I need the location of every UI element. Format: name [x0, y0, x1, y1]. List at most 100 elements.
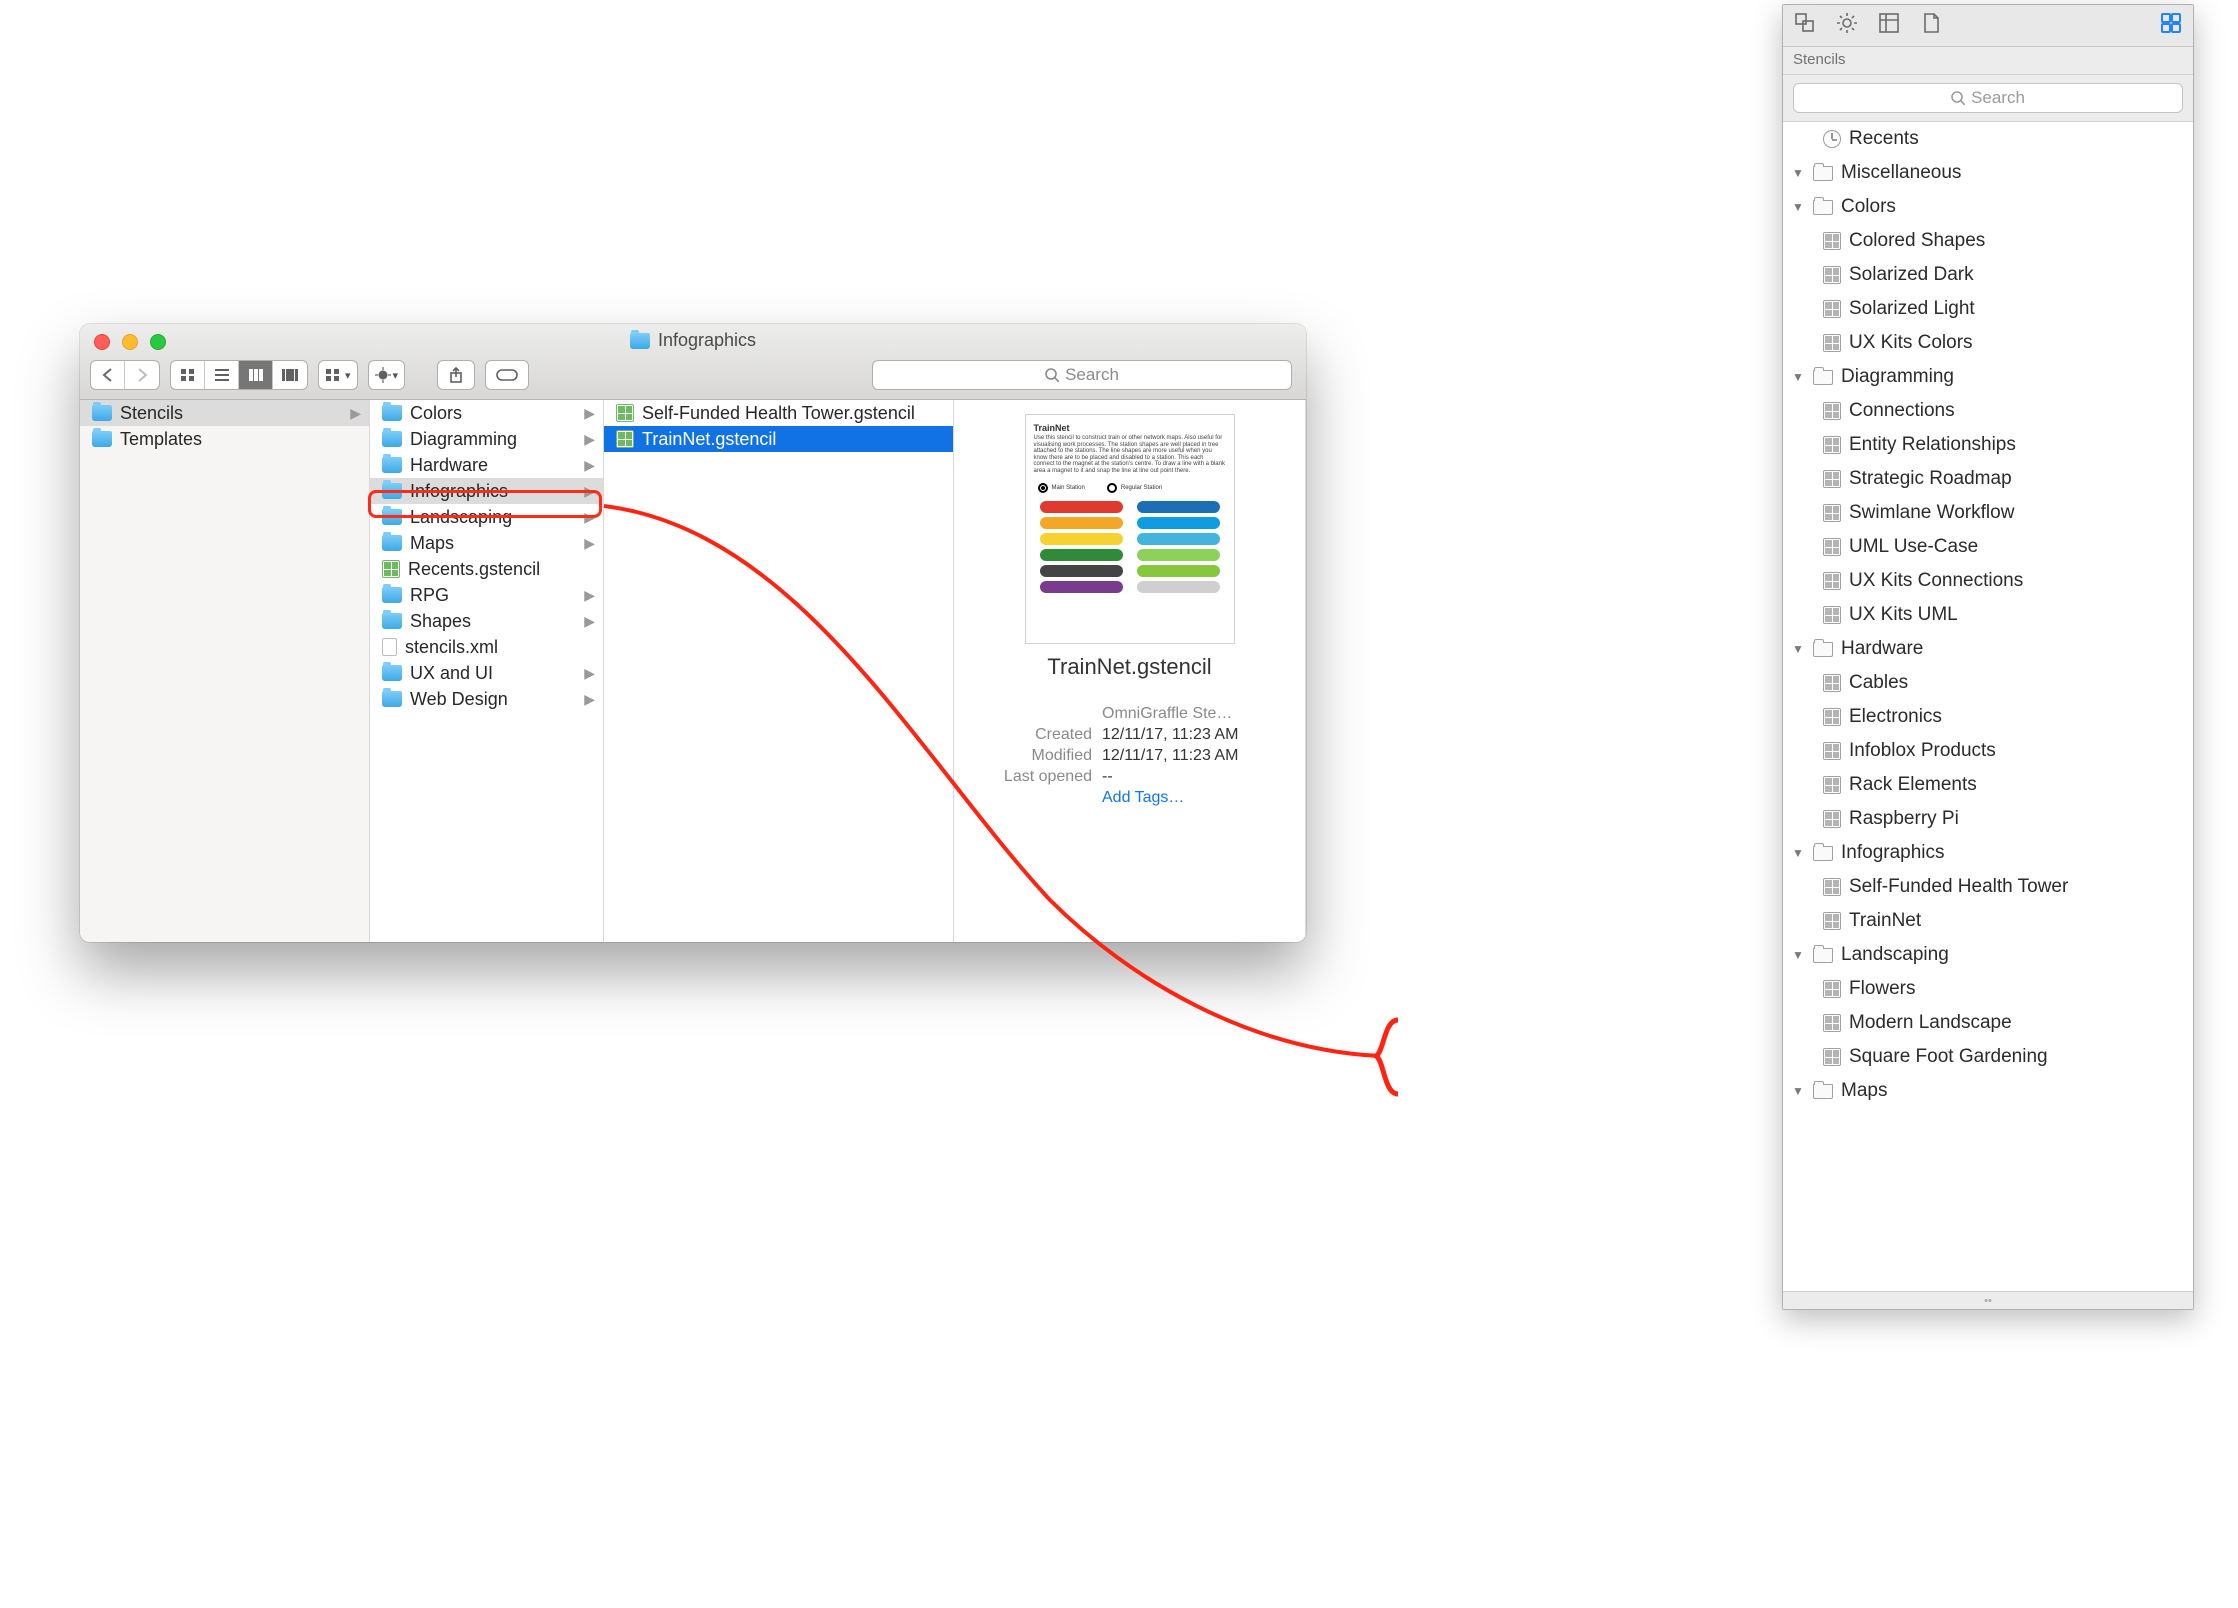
stencil-icon — [1823, 878, 1841, 896]
view-list-button[interactable] — [205, 361, 239, 389]
disclosure-triangle-icon[interactable]: ▼ — [1791, 200, 1805, 214]
view-columns-button[interactable] — [239, 361, 273, 389]
item-label: Colors — [410, 403, 462, 424]
forward-button[interactable] — [125, 361, 159, 389]
tree-stencil[interactable]: UML Use-Case — [1783, 530, 2193, 564]
tree-stencil[interactable]: Strategic Roadmap — [1783, 462, 2193, 496]
finder-item[interactable]: stencils.xml — [370, 634, 603, 660]
meta-opened-label: Last opened — [972, 768, 1092, 786]
finder-item[interactable]: Web Design▶ — [370, 686, 603, 712]
tree-folder[interactable]: ▼ Diagramming — [1783, 360, 2193, 394]
tree-stencil[interactable]: Cables — [1783, 666, 2193, 700]
tree-stencil[interactable]: Square Foot Gardening — [1783, 1040, 2193, 1074]
finder-window: Infographics ▾ ▾ Search Stencils▶Tem — [80, 324, 1306, 942]
tree-stencil[interactable]: Electronics — [1783, 700, 2193, 734]
window-title: Infographics — [80, 330, 1306, 351]
tree-folder[interactable]: ▼Infographics — [1783, 836, 2193, 870]
tree-stencil[interactable]: Rack Elements — [1783, 768, 2193, 802]
tree-label: Diagramming — [1841, 366, 1954, 388]
tree-stencil[interactable]: Solarized Dark — [1783, 258, 2193, 292]
tree-folder[interactable]: ▼Landscaping — [1783, 938, 2193, 972]
panel-label: Stencils — [1783, 47, 2193, 75]
item-label: Hardware — [410, 455, 488, 476]
action-menu[interactable]: ▾ — [368, 360, 406, 390]
disclosure-triangle-icon[interactable]: ▼ — [1791, 166, 1805, 180]
folder-icon — [382, 613, 402, 629]
tree-label: UX Kits UML — [1849, 604, 1958, 626]
panel-resize-handle[interactable]: •• — [1783, 1291, 2193, 1309]
folder-icon — [382, 457, 402, 473]
inspector-stencils-icon[interactable] — [2159, 11, 2183, 41]
disclosure-triangle-icon[interactable]: ▼ — [1791, 1084, 1805, 1098]
folder-icon — [382, 535, 402, 551]
tree-folder[interactable]: ▼Hardware — [1783, 632, 2193, 666]
inspector-object-icon[interactable] — [1793, 11, 1817, 41]
stencil-icon — [616, 404, 634, 422]
finder-item[interactable]: Landscaping▶ — [370, 504, 603, 530]
tree-stencil[interactable]: Solarized Light — [1783, 292, 2193, 326]
tree-stencil[interactable]: TrainNet — [1783, 904, 2193, 938]
tree-stencil[interactable]: UX Kits Connections — [1783, 564, 2193, 598]
tree-stencil[interactable]: Raspberry Pi — [1783, 802, 2193, 836]
item-label: Maps — [410, 533, 454, 554]
panel-search-wrap: Search — [1783, 75, 2193, 122]
tree-folder[interactable]: ▼Miscellaneous — [1783, 156, 2193, 190]
inspector-settings-icon[interactable] — [1835, 11, 1859, 41]
finder-item[interactable]: Stencils▶ — [80, 400, 369, 426]
tags-button[interactable] — [485, 360, 529, 390]
disclosure-triangle-icon[interactable]: ▼ — [1791, 642, 1805, 656]
tree-stencil[interactable]: Colored Shapes — [1783, 224, 2193, 258]
panel-search-placeholder: Search — [1971, 88, 2025, 108]
tree-stencil[interactable]: UX Kits Colors — [1783, 326, 2193, 360]
arrange-menu[interactable]: ▾ — [318, 360, 358, 390]
finder-item[interactable]: TrainNet.gstencil — [604, 426, 953, 452]
tree-stencil[interactable]: Flowers — [1783, 972, 2193, 1006]
panel-search[interactable]: Search — [1793, 83, 2183, 113]
finder-item[interactable]: Infographics▶ — [370, 478, 603, 504]
inspector-document-icon[interactable] — [1919, 11, 1943, 41]
tree-recents[interactable]: Recents — [1783, 122, 2193, 156]
stencil-icon — [1823, 334, 1841, 352]
tree-label: Connections — [1849, 400, 1955, 422]
clock-icon — [1823, 130, 1841, 148]
folder-icon — [1813, 846, 1833, 861]
finder-item[interactable]: Recents.gstencil — [370, 556, 603, 582]
tree-folder[interactable]: ▼Maps — [1783, 1074, 2193, 1108]
stencil-icon — [1823, 912, 1841, 930]
finder-item[interactable]: Diagramming▶ — [370, 426, 603, 452]
stencil-icon — [1823, 572, 1841, 590]
finder-item[interactable]: RPG▶ — [370, 582, 603, 608]
tree-stencil[interactable]: Entity Relationships — [1783, 428, 2193, 462]
inspector-canvas-icon[interactable] — [1877, 11, 1901, 41]
finder-item[interactable]: Colors▶ — [370, 400, 603, 426]
folder-icon — [382, 691, 402, 707]
tree-folder[interactable]: ▼Colors — [1783, 190, 2193, 224]
back-button[interactable] — [91, 361, 125, 389]
share-button[interactable] — [437, 360, 475, 390]
finder-item[interactable]: Templates — [80, 426, 369, 452]
tree-stencil[interactable]: Self-Funded Health Tower — [1783, 870, 2193, 904]
stencil-icon — [1823, 810, 1841, 828]
disclosure-triangle-icon[interactable]: ▼ — [1791, 948, 1805, 962]
finder-search[interactable]: Search — [872, 360, 1292, 390]
view-icons-button[interactable] — [171, 361, 205, 389]
finder-item[interactable]: Self-Funded Health Tower.gstencil — [604, 400, 953, 426]
disclosure-triangle-icon[interactable]: ▼ — [1791, 370, 1805, 384]
disclosure-triangle-icon[interactable]: ▼ — [1791, 846, 1805, 860]
dot-icon — [1107, 483, 1117, 493]
finder-item[interactable]: Maps▶ — [370, 530, 603, 556]
add-tags-link[interactable]: Add Tags… — [1102, 789, 1287, 807]
finder-item[interactable]: Hardware▶ — [370, 452, 603, 478]
color-swatch — [1040, 517, 1123, 529]
tree-stencil[interactable]: UX Kits UML — [1783, 598, 2193, 632]
tree-stencil[interactable]: Modern Landscape — [1783, 1006, 2193, 1040]
tree-stencil[interactable]: Swimlane Workflow — [1783, 496, 2193, 530]
finder-item[interactable]: UX and UI▶ — [370, 660, 603, 686]
view-gallery-button[interactable] — [273, 361, 307, 389]
color-swatch — [1040, 549, 1123, 561]
dot-label-main: Main Station — [1052, 485, 1085, 491]
item-label: Infographics — [410, 481, 508, 502]
finder-item[interactable]: Shapes▶ — [370, 608, 603, 634]
tree-stencil[interactable]: Connections — [1783, 394, 2193, 428]
tree-stencil[interactable]: Infoblox Products — [1783, 734, 2193, 768]
